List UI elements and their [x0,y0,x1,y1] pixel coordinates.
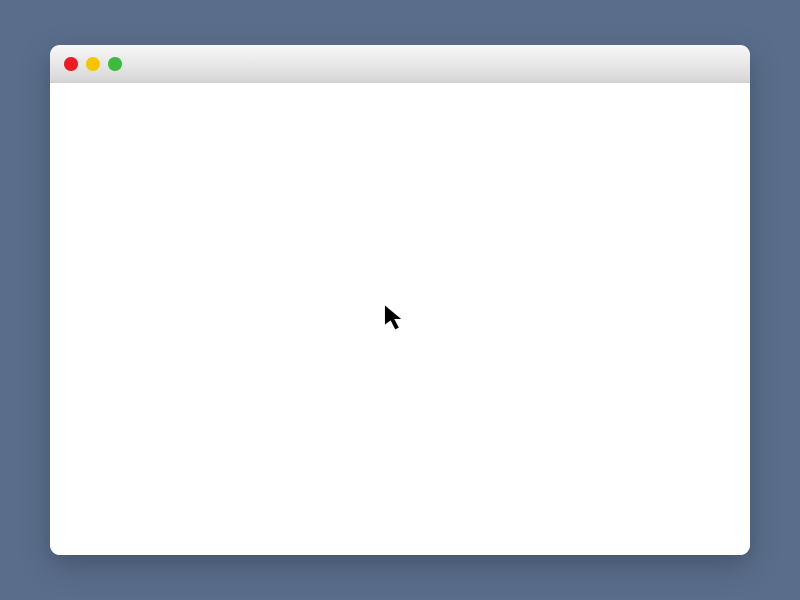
close-icon[interactable] [64,57,78,71]
minimize-icon[interactable] [86,57,100,71]
maximize-icon[interactable] [108,57,122,71]
window [50,45,750,555]
titlebar[interactable] [50,45,750,83]
cursor-icon [380,303,410,333]
window-content [50,83,750,555]
